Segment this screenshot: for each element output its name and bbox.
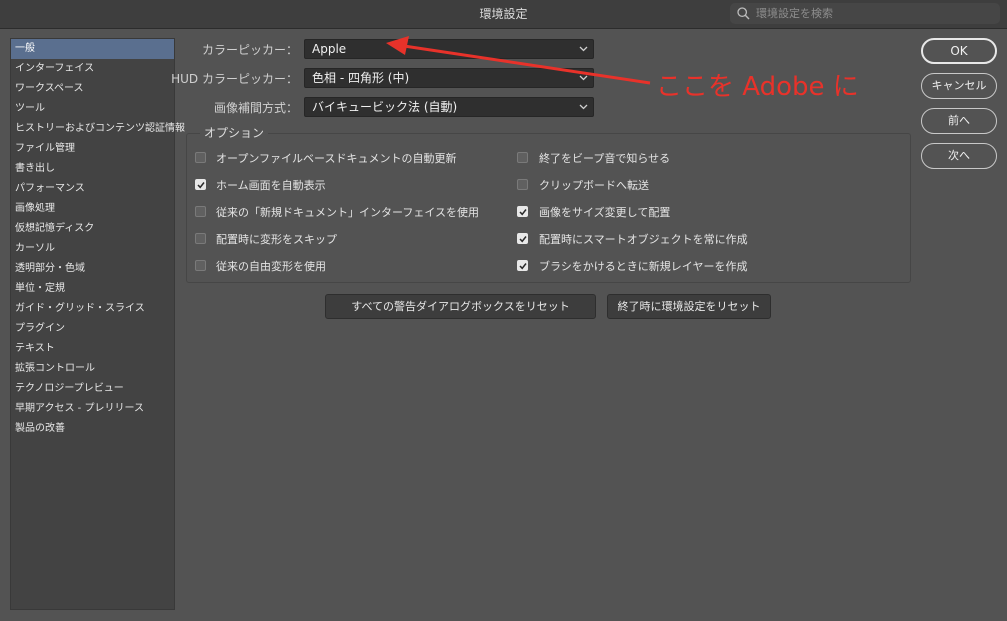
annotation-text: ここを Adobe に	[656, 72, 859, 102]
